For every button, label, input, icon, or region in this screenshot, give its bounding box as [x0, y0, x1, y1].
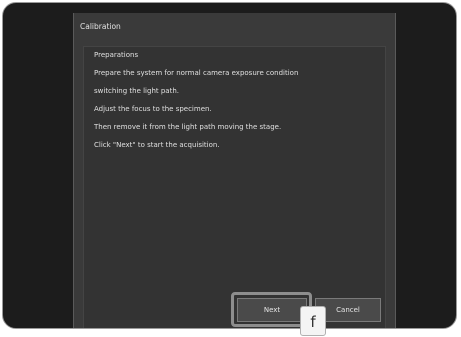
instruction-line-3: Adjust the focus to the specimen. [94, 105, 212, 113]
callout-label: f [300, 306, 326, 336]
instructions-panel: Preparations Prepare the system for norm… [83, 46, 386, 328]
instruction-line-5: Click "Next" to start the acquisition. [94, 141, 220, 149]
monitor-frame: Calibration Preparations Prepare the sys… [2, 2, 457, 329]
instructions-heading: Preparations [94, 51, 139, 59]
dialog-title: Calibration [80, 22, 121, 31]
instruction-line-2: switching the light path. [94, 87, 179, 95]
instruction-line-4: Then remove it from the light path movin… [94, 123, 282, 131]
instruction-line-1: Prepare the system for normal camera exp… [94, 69, 299, 77]
calibration-dialog: Calibration Preparations Prepare the sys… [73, 13, 396, 328]
